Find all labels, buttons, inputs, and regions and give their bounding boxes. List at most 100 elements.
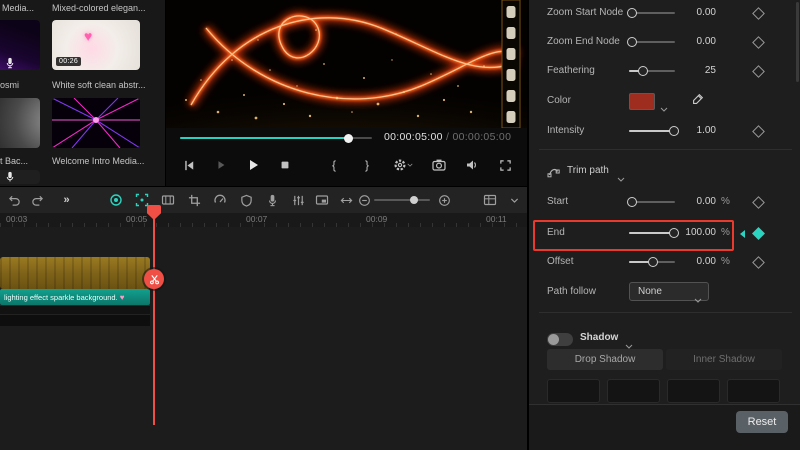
zoom-in-icon[interactable] (436, 192, 452, 208)
shield-icon[interactable] (238, 192, 254, 208)
split-scissors-button[interactable] (144, 269, 164, 289)
shadow-toggle[interactable] (547, 333, 573, 346)
timeline-zoom-slider[interactable] (374, 196, 430, 204)
preset-thumbnail[interactable] (607, 379, 660, 403)
video-preview-canvas[interactable] (111, 0, 581, 204)
property-label: Path follow (547, 286, 596, 297)
preset-thumbnail[interactable] (667, 379, 720, 403)
scissors-icon (149, 274, 159, 284)
slider-knob[interactable] (648, 257, 658, 267)
keyframe-diamond-icon[interactable] (752, 65, 765, 78)
play-button[interactable] (246, 158, 260, 172)
tab-inner-shadow[interactable]: Inner Shadow (666, 349, 782, 370)
media-item-label[interactable]: White soft clean abstr... (52, 80, 162, 90)
audio-clip[interactable] (0, 314, 150, 326)
keyframe-diamond-icon[interactable] (752, 125, 765, 138)
keyframe-diamond-active-icon[interactable] (752, 227, 765, 240)
keyframe-diamond-icon[interactable] (752, 196, 765, 209)
zoom-slider-knob[interactable] (410, 196, 418, 204)
fullscreen-button[interactable] (498, 158, 512, 172)
media-item-label[interactable]: Welcome Intro Media... (52, 156, 162, 166)
keyframe-diamond-icon[interactable] (752, 36, 765, 49)
previous-keyframe-icon[interactable] (740, 230, 745, 238)
eyedropper-icon[interactable] (691, 93, 705, 107)
property-row-trim-offset: Offset 0.00 % (529, 249, 800, 275)
video-clip[interactable] (0, 257, 150, 289)
speed-gauge-icon[interactable] (212, 192, 228, 208)
property-row-color: Color (529, 88, 800, 114)
property-label: Color (547, 95, 571, 106)
media-item-label-partial[interactable]: t Bac... (0, 156, 32, 166)
media-item-label-partial[interactable]: osmi (0, 80, 28, 90)
property-row-zoom-end-node: Zoom End Node 0.00 (529, 29, 800, 55)
property-value[interactable]: 0.00 (667, 196, 716, 207)
preset-thumbnail[interactable] (727, 379, 780, 403)
chevron-down-icon (407, 163, 413, 167)
speaker-icon (467, 160, 476, 170)
media-item-label[interactable]: Mixed-colored elegan... (52, 3, 162, 13)
pip-frame-icon[interactable] (314, 192, 330, 208)
chevron-down-icon[interactable] (506, 192, 522, 208)
keyframe-diamond-icon[interactable] (752, 7, 765, 20)
property-value[interactable]: 25 (667, 65, 716, 76)
reset-button[interactable]: Reset (736, 411, 788, 433)
duration-badge: 00:26 (56, 57, 82, 66)
gear-icon (394, 159, 406, 171)
ruler-label: 00:09 (366, 214, 388, 224)
slider-knob[interactable] (627, 8, 637, 18)
preview-settings-button[interactable] (393, 158, 413, 172)
clip-label: lighting effect sparkle background. (4, 292, 118, 302)
playhead-line[interactable] (153, 213, 155, 425)
slider-knob[interactable] (627, 197, 637, 207)
track-manager-icon[interactable] (482, 192, 498, 208)
properties-footer: Reset (529, 404, 800, 450)
media-thumbnail-neon-tunnel[interactable] (52, 98, 140, 148)
seek-bar-fill (180, 137, 348, 139)
record-tool-icon[interactable] (108, 192, 124, 208)
property-label: Feathering (547, 65, 595, 76)
audio-mixer-icon[interactable] (290, 192, 306, 208)
play-disabled-button[interactable] (214, 158, 228, 172)
color-swatch[interactable] (629, 93, 655, 110)
keyframe-diamond-icon[interactable] (752, 256, 765, 269)
property-value[interactable]: 100.00 (667, 227, 716, 238)
property-row-trim-end: End 100.00 % (529, 220, 800, 246)
property-label: Zoom End Node (547, 36, 620, 47)
property-value[interactable]: 0.00 (667, 256, 716, 267)
redo-icon[interactable] (30, 192, 46, 208)
seek-bar[interactable] (180, 133, 372, 143)
expand-tools-icon[interactable]: » (58, 192, 74, 208)
slider-knob[interactable] (627, 37, 637, 47)
path-follow-dropdown[interactable]: None (629, 282, 709, 303)
tab-drop-shadow[interactable]: Drop Shadow (547, 349, 663, 370)
slider-knob[interactable] (638, 66, 648, 76)
trim-path-section-header[interactable]: Trim path (529, 160, 800, 184)
volume-button[interactable] (465, 158, 479, 172)
snapshot-button[interactable] (432, 158, 446, 172)
media-item-label-partial[interactable]: Media... (2, 3, 36, 13)
mic-icon[interactable] (264, 192, 280, 208)
effect-clip[interactable]: lighting effect sparkle background. ♥ (0, 289, 150, 305)
crop-icon[interactable] (186, 192, 202, 208)
media-thumbnail-partial[interactable] (0, 98, 40, 148)
undo-icon[interactable] (6, 192, 22, 208)
ripple-edit-icon[interactable] (338, 192, 354, 208)
heart-gift-icon: ♥ (84, 28, 93, 44)
property-value[interactable]: 0.00 (667, 7, 716, 18)
chevron-down-icon[interactable] (660, 99, 668, 117)
preset-thumbnail[interactable] (547, 379, 600, 403)
media-thumbnail-white-abstract[interactable]: ♥ 00:26 (52, 20, 140, 70)
neon-tunnel-art (52, 98, 140, 148)
timeline-ruler[interactable]: 00:03 00:05 00:07 00:09 00:11 (0, 213, 527, 227)
scrollbar-thumb[interactable] (796, 2, 799, 82)
film-roll-icon[interactable] (160, 192, 176, 208)
stop-button[interactable] (278, 158, 292, 172)
zoom-out-icon[interactable] (356, 192, 372, 208)
seek-knob[interactable] (344, 133, 353, 143)
property-value[interactable]: 1.00 (667, 125, 716, 136)
mark-in-button[interactable]: { (327, 158, 341, 172)
chevron-down-icon[interactable] (617, 169, 625, 187)
property-value[interactable]: 0.00 (667, 36, 716, 47)
mark-out-button[interactable]: } (360, 158, 374, 172)
previous-frame-button[interactable] (182, 158, 196, 172)
